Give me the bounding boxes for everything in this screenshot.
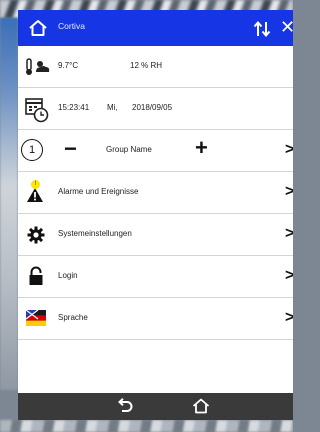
background-bottom (0, 420, 293, 432)
home-nav-icon[interactable] (192, 398, 210, 414)
group-name: Group Name (106, 145, 152, 154)
flag-icon (26, 310, 46, 326)
sort-icon[interactable] (252, 19, 272, 39)
group-row[interactable]: 1 − Group Name + > (18, 130, 293, 172)
temperature-value: 9.7°C (58, 61, 79, 70)
chevron-right-icon[interactable]: > (285, 142, 293, 158)
menu-item-login[interactable]: Login > (18, 256, 293, 298)
group-minus-button[interactable]: − (64, 138, 77, 160)
time-value: 15:23:41 (58, 103, 90, 112)
back-icon[interactable] (116, 398, 134, 414)
menu-item-settings-label: Systemeinstellungen (58, 229, 132, 238)
chevron-right-icon[interactable]: > (285, 184, 293, 200)
climate-row: 9.7°C 12 % RH (18, 46, 293, 88)
chevron-right-icon[interactable]: > (285, 310, 293, 326)
chevron-right-icon[interactable]: > (285, 226, 293, 242)
close-icon[interactable]: ✕ (280, 18, 293, 36)
menu-item-language[interactable]: Sprache > (18, 298, 293, 340)
background-left (0, 18, 18, 390)
thermometer-weather-icon (26, 58, 50, 75)
datetime-row: 15:23:41 Mi, 2018/09/05 (18, 88, 293, 130)
home-icon[interactable] (28, 19, 48, 37)
app-title: Cortiva (58, 21, 85, 31)
device-screen: Cortiva ✕ 9.7°C 12 % RH 15:23:41 Mi, 201… (18, 10, 293, 420)
weekday-value: Mi, (107, 103, 118, 112)
calendar-clock-icon (25, 98, 49, 123)
warning-icon (27, 188, 43, 202)
group-number-badge[interactable]: 1 (21, 139, 43, 161)
menu-item-language-label: Sprache (58, 313, 88, 322)
date-value: 2018/09/05 (132, 103, 173, 112)
humidity-value: 12 % RH (130, 61, 163, 70)
menu-item-settings[interactable]: Systemeinstellungen > (18, 214, 293, 256)
lock-icon (29, 266, 43, 285)
menu-item-alarms[interactable]: ! Alarme und Ereignisse > (18, 172, 293, 214)
chevron-right-icon[interactable]: > (285, 268, 293, 284)
group-plus-button[interactable]: + (195, 137, 208, 159)
menu-item-alarms-label: Alarme und Ereignisse (58, 187, 139, 196)
title-bar: Cortiva ✕ (18, 10, 293, 46)
bottom-nav-bar (18, 393, 293, 420)
gear-icon (27, 226, 45, 244)
menu-item-login-label: Login (58, 271, 78, 280)
alarm-count-badge: ! (31, 180, 40, 189)
